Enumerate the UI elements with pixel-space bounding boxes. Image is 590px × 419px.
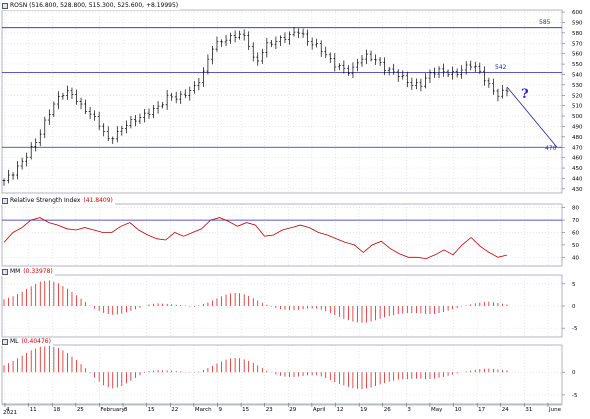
rsi-y-tick-label: 50 <box>572 243 579 249</box>
mm-panel: -5 0 5 <box>1 274 578 338</box>
level-470-label: 470 <box>545 145 557 152</box>
price-y-tick-label: 520 <box>572 93 583 99</box>
x-tick-label: March <box>195 407 212 413</box>
x-tick-label: 29 <box>289 407 296 413</box>
price-y-tick-label: 440 <box>572 176 583 182</box>
x-tick-label: 19 <box>360 407 367 413</box>
ml-value: (0.40476) <box>21 338 51 345</box>
x-year-label: 2021 <box>3 410 17 415</box>
rsi-y-tick-label: 80 <box>572 206 579 212</box>
price-y-tick-label: 530 <box>572 83 583 89</box>
mm-panel-title: MM (0.33978) <box>1 268 55 276</box>
panel-menu-icon[interactable] <box>2 198 8 204</box>
chart-canvas: 4304404504604704804905005105205305405505… <box>1 9 583 416</box>
symbol-label: ROSN <box>10 2 28 9</box>
price-y-tick-label: 510 <box>572 104 583 110</box>
x-tick-label: 26 <box>384 407 391 413</box>
x-tick-label: 8 <box>124 407 128 413</box>
panel-menu-icon[interactable] <box>2 3 8 9</box>
ml-panel-title: ML (0.40476) <box>1 338 53 346</box>
price-y-tick-label: 490 <box>572 124 583 130</box>
price-frame <box>1 9 563 194</box>
ml-y-tick-label: -5 <box>572 393 578 399</box>
panel-menu-icon[interactable] <box>2 269 8 275</box>
rsi-y-tick-label: 70 <box>572 218 579 224</box>
price-y-tick-label: 430 <box>572 187 583 193</box>
x-tick-label: 17 <box>478 407 485 413</box>
x-tick-label: 23 <box>266 407 273 413</box>
chart-window: 430 440 450 460 470 480 490 500 510 520 530 540 550 5… <box>0 0 590 416</box>
mm-y-tick-label: -5 <box>572 326 578 332</box>
ml-name: ML <box>10 338 19 345</box>
rsi-panel-title: Relative Strength Index (41.8409) <box>1 197 115 205</box>
rsi-y-tick-label: 60 <box>572 231 579 237</box>
price-y-tick-label: 580 <box>572 31 583 37</box>
ml-panel: -5 0 <box>1 344 578 405</box>
ohlc-readout: (516.800, 528.800, 515.300, 525.600, +8.… <box>29 2 179 9</box>
x-tick-label: 11 <box>30 407 37 413</box>
rsi-y-tick-label: 40 <box>572 255 579 261</box>
price-panel-title: ROSN (516.800, 528.800, 515.300, 525.600… <box>1 2 181 10</box>
x-tick-label: 15 <box>242 407 249 413</box>
rsi-name: Relative Strength Index <box>10 197 81 204</box>
mm-value: (0.33978) <box>23 268 53 275</box>
x-tick-label: 3 <box>407 407 411 413</box>
x-tick-label: May <box>431 407 443 413</box>
x-tick-label: 15 <box>148 407 155 413</box>
level-585-label: 585 <box>539 19 551 26</box>
rsi-panel: 40 50 60 70 80 <box>1 203 579 267</box>
x-tick-label: June <box>548 407 562 413</box>
x-tick-label: April <box>313 407 326 413</box>
level-542-label: 542 <box>495 64 507 71</box>
price-y-tick-label: 450 <box>572 166 583 172</box>
x-tick-label: 10 <box>455 407 462 413</box>
price-y-tick-label: 480 <box>572 135 583 141</box>
price-y-tick-label: 600 <box>572 10 583 16</box>
x-tick-label: 12 <box>337 407 344 413</box>
price-y-tick-label: 540 <box>572 72 583 78</box>
ml-y-tick-label: 0 <box>572 370 576 376</box>
x-tick-label: 24 <box>502 407 509 413</box>
price-y-tick-label: 500 <box>572 114 583 120</box>
x-tick-label: 22 <box>171 407 178 413</box>
panel-menu-icon[interactable] <box>2 339 8 345</box>
x-tick-label: 31 <box>525 407 532 413</box>
price-y-tick-label: 570 <box>572 41 583 47</box>
mm-y-tick-label: 5 <box>572 282 576 288</box>
rsi-frame <box>1 203 563 267</box>
price-panel: 430 440 450 460 470 480 490 500 510 520 530 540 550 5… <box>1 9 583 194</box>
x-tick-label: February <box>100 407 125 413</box>
price-y-tick-label: 470 <box>572 145 583 151</box>
x-tick-label: 25 <box>77 407 84 413</box>
question-mark-annotation: ? <box>521 87 529 102</box>
price-y-tick-label: 460 <box>572 156 583 162</box>
price-y-tick-label: 550 <box>572 62 583 68</box>
price-y-tick-label: 560 <box>572 52 583 58</box>
ml-frame <box>1 344 563 405</box>
x-axis: 4 11 18 25 February 8 15 22 March 9 15 23 29 April 12 1… <box>2 403 562 416</box>
mm-y-tick-label: 0 <box>572 304 576 310</box>
price-y-tick-label: 590 <box>572 20 583 26</box>
mm-name: MM <box>10 268 21 275</box>
x-tick-label: 18 <box>53 407 60 413</box>
rsi-value: (41.8409) <box>83 197 113 204</box>
x-tick-label: 9 <box>218 407 222 413</box>
